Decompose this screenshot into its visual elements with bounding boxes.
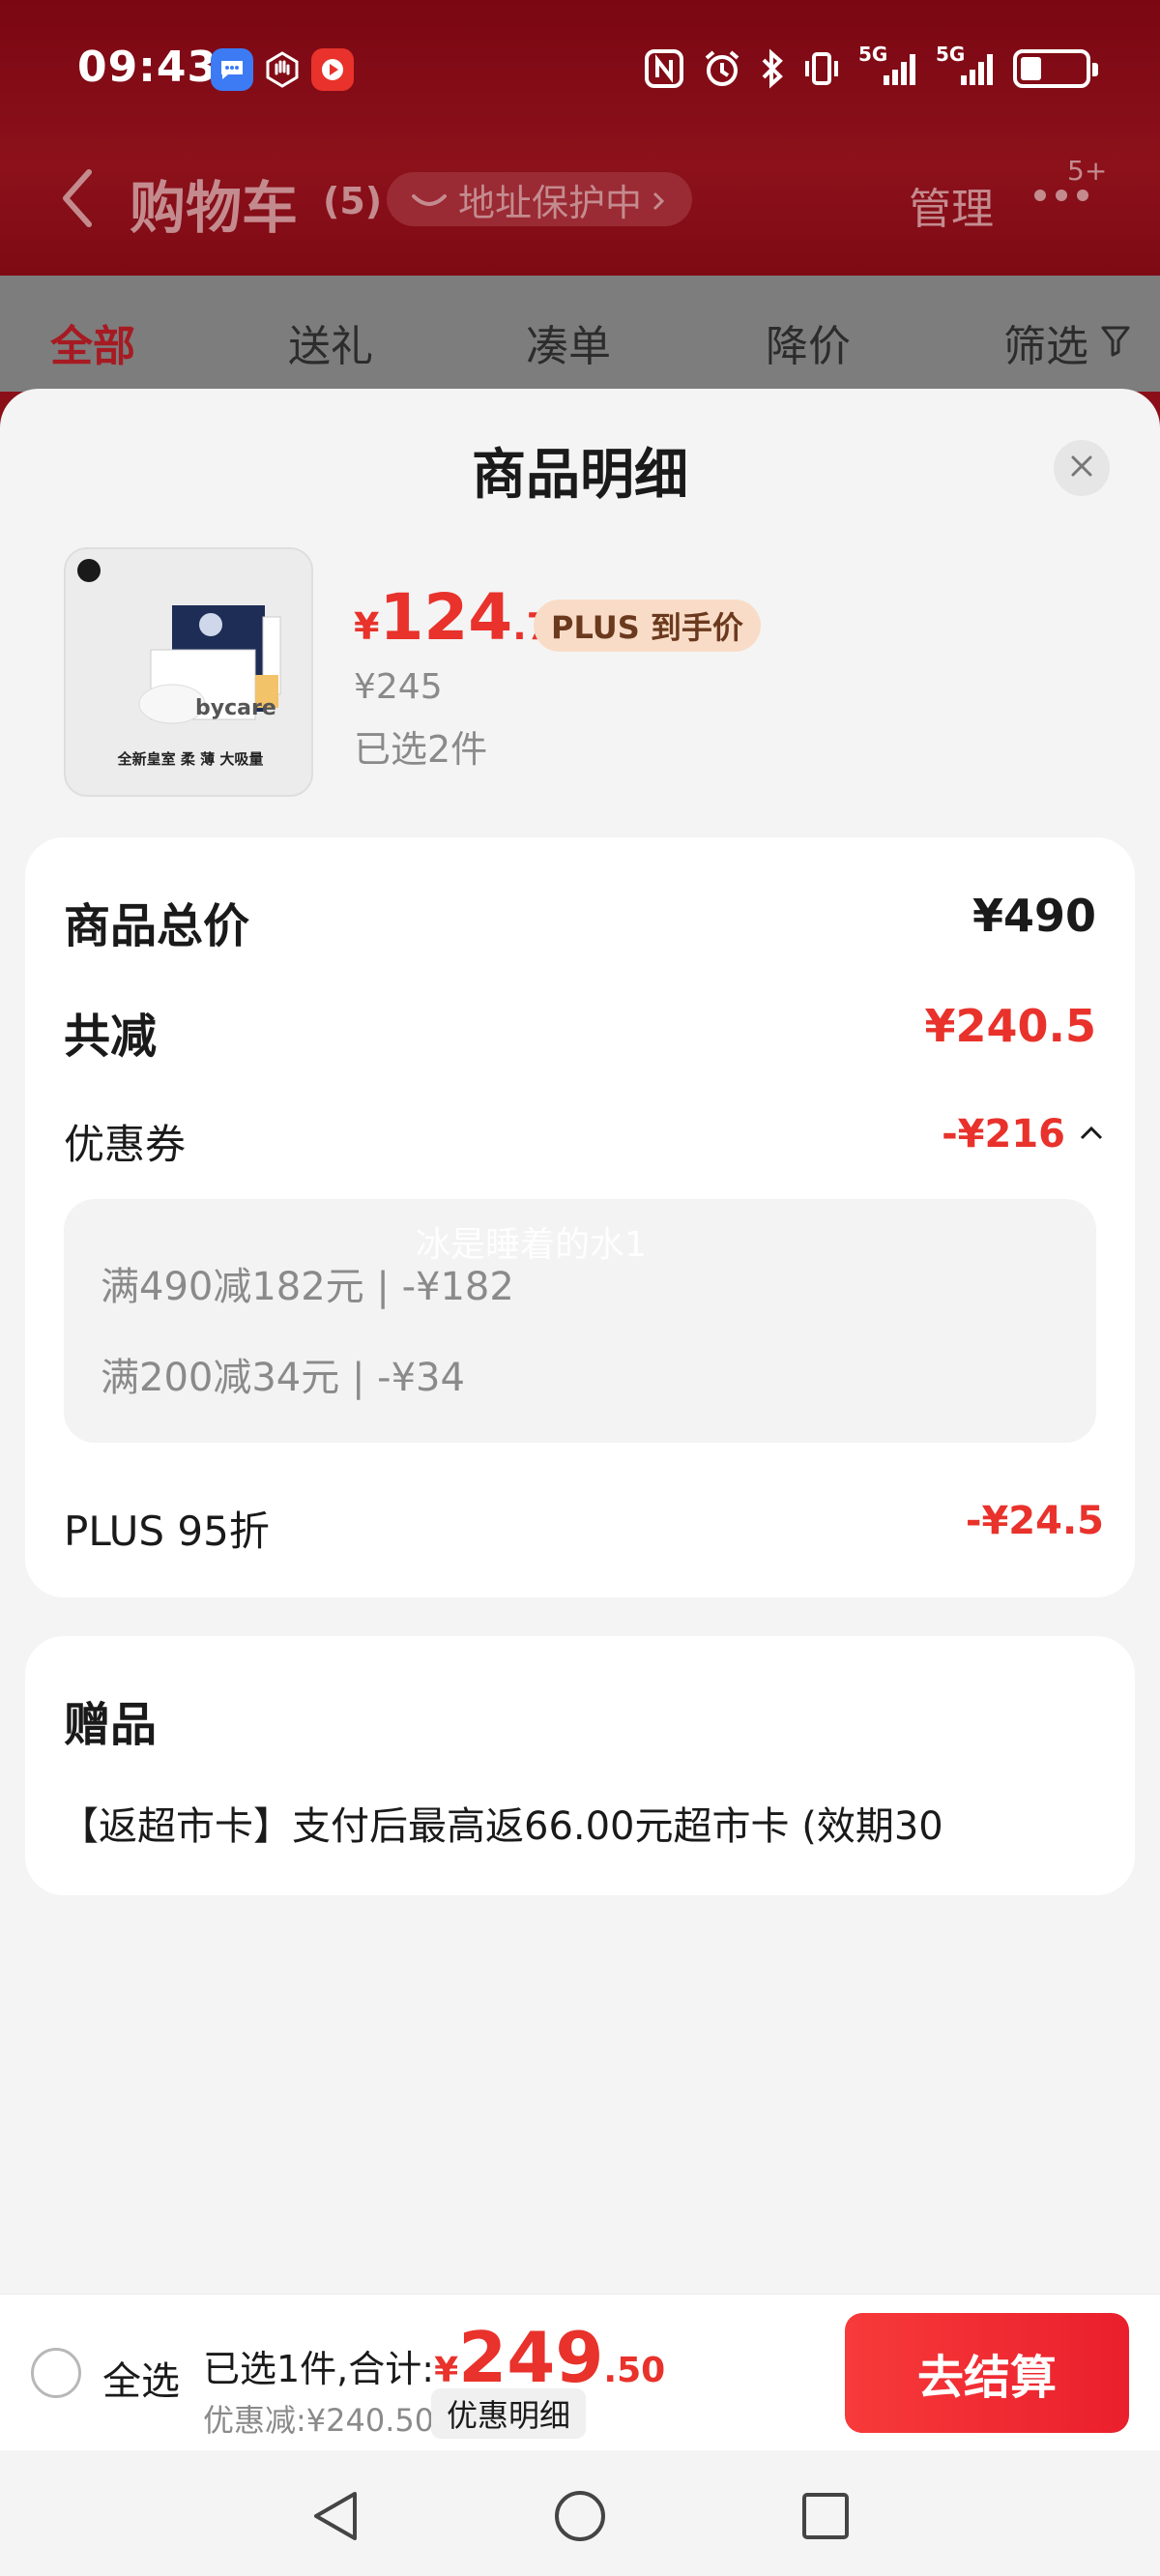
address-protection-pill[interactable]: 地址保护中 (387, 172, 693, 226)
total-summary: 已选1件,合计: ¥ 249 .50 (203, 2317, 665, 2398)
original-price: ¥245 (354, 667, 443, 707)
product-brand-text: bycare (195, 696, 276, 720)
filter-label: 筛选 (1003, 322, 1088, 371)
discount-summary: 优惠减:¥240.50 (203, 2402, 435, 2439)
plus-discount-label: PLUS 95折 (64, 1508, 270, 1555)
tab-gift[interactable]: 送礼 (288, 311, 373, 373)
tab-price-drop[interactable]: 降价 (766, 311, 851, 373)
watermark: 冰是睡着的水1 (416, 1225, 647, 1265)
price-integer: 124 (379, 580, 513, 655)
discount-detail-button[interactable]: 优惠明细 (431, 2388, 587, 2439)
smile-icon (410, 178, 449, 220)
coupon-toggle[interactable]: -¥216 (942, 1112, 1104, 1156)
select-all-checkbox[interactable] (31, 2348, 81, 2398)
chevron-right-icon (652, 178, 665, 220)
total-integer: 249 (458, 2317, 604, 2398)
bluetooth-icon (760, 48, 785, 89)
messages-app-icon (211, 48, 253, 91)
selected-summary: 已选1件,合计: (203, 2348, 435, 2390)
funnel-icon (1100, 318, 1131, 367)
product-image-caption: 全新皇室 柔 薄 大吸量 (117, 750, 264, 768)
tab-all[interactable]: 全部 (50, 311, 135, 373)
selected-count: 已选2件 (354, 728, 488, 771)
total-reduction-label: 共减 (64, 1010, 158, 1064)
more-icon[interactable] (1034, 190, 1088, 201)
coupon-item: 满200减34元 | -¥34 (101, 1356, 465, 1400)
more-badge: 5+ (1067, 155, 1108, 187)
total-reduction-value: ¥240.5 (924, 1000, 1096, 1052)
network-label: 5G (858, 43, 888, 66)
select-all-label[interactable]: 全选 (102, 2350, 180, 2406)
plus-discount-value: -¥24.5 (965, 1499, 1104, 1543)
total-price-label: 商品总价 (64, 899, 250, 953)
battery-icon (1013, 49, 1098, 88)
vibrate-icon (802, 48, 841, 89)
total-price-value: ¥490 (972, 890, 1096, 942)
total-currency: ¥ (434, 2351, 459, 2390)
sheet-title: 商品明细 (472, 444, 688, 507)
nfc-icon (644, 48, 684, 89)
signal-5g-icon-2: 5G (936, 43, 996, 89)
gift-card (25, 1636, 1135, 1895)
video-app-icon (311, 48, 354, 91)
signal-5g-icon: 5G (858, 43, 918, 89)
checkout-button[interactable]: 去结算 (845, 2313, 1129, 2433)
gift-description: 【返超市卡】支付后最高返66.00元超市卡 (效期30 (60, 1804, 943, 1849)
gift-title: 赠品 (64, 1698, 158, 1752)
nav-back-icon[interactable] (305, 2487, 363, 2545)
network-label-2: 5G (936, 43, 966, 66)
alarm-icon (702, 48, 742, 89)
page-title: 购物车 (130, 175, 299, 241)
coupon-label: 优惠券 (64, 1121, 187, 1168)
nav-home-icon[interactable] (551, 2487, 609, 2545)
close-icon (1069, 454, 1094, 483)
back-chevron-icon[interactable] (60, 166, 95, 234)
cart-count: (5) (323, 180, 383, 222)
coupon-value: -¥216 (942, 1112, 1065, 1156)
chevron-up-icon (1079, 1124, 1104, 1145)
manage-button[interactable]: 管理 (909, 174, 994, 236)
close-button[interactable] (1054, 440, 1110, 496)
status-bar: 09:43 5G 5G (0, 0, 1160, 145)
address-pill-label: 地址保护中 (458, 181, 643, 224)
status-time: 09:43 (77, 43, 218, 92)
nav-recents-icon[interactable] (797, 2487, 855, 2545)
total-decimal: .50 (603, 2351, 666, 2390)
plus-price-tag: PLUS 到手价 (534, 600, 761, 652)
hand-icon (261, 48, 304, 91)
price-currency: ¥ (354, 605, 380, 648)
tab-bundle[interactable]: 凑单 (526, 311, 611, 373)
product-image[interactable]: bycare 全新皇室 柔 薄 大吸量 (64, 547, 313, 797)
tab-filter[interactable]: 筛选 (1003, 311, 1131, 373)
